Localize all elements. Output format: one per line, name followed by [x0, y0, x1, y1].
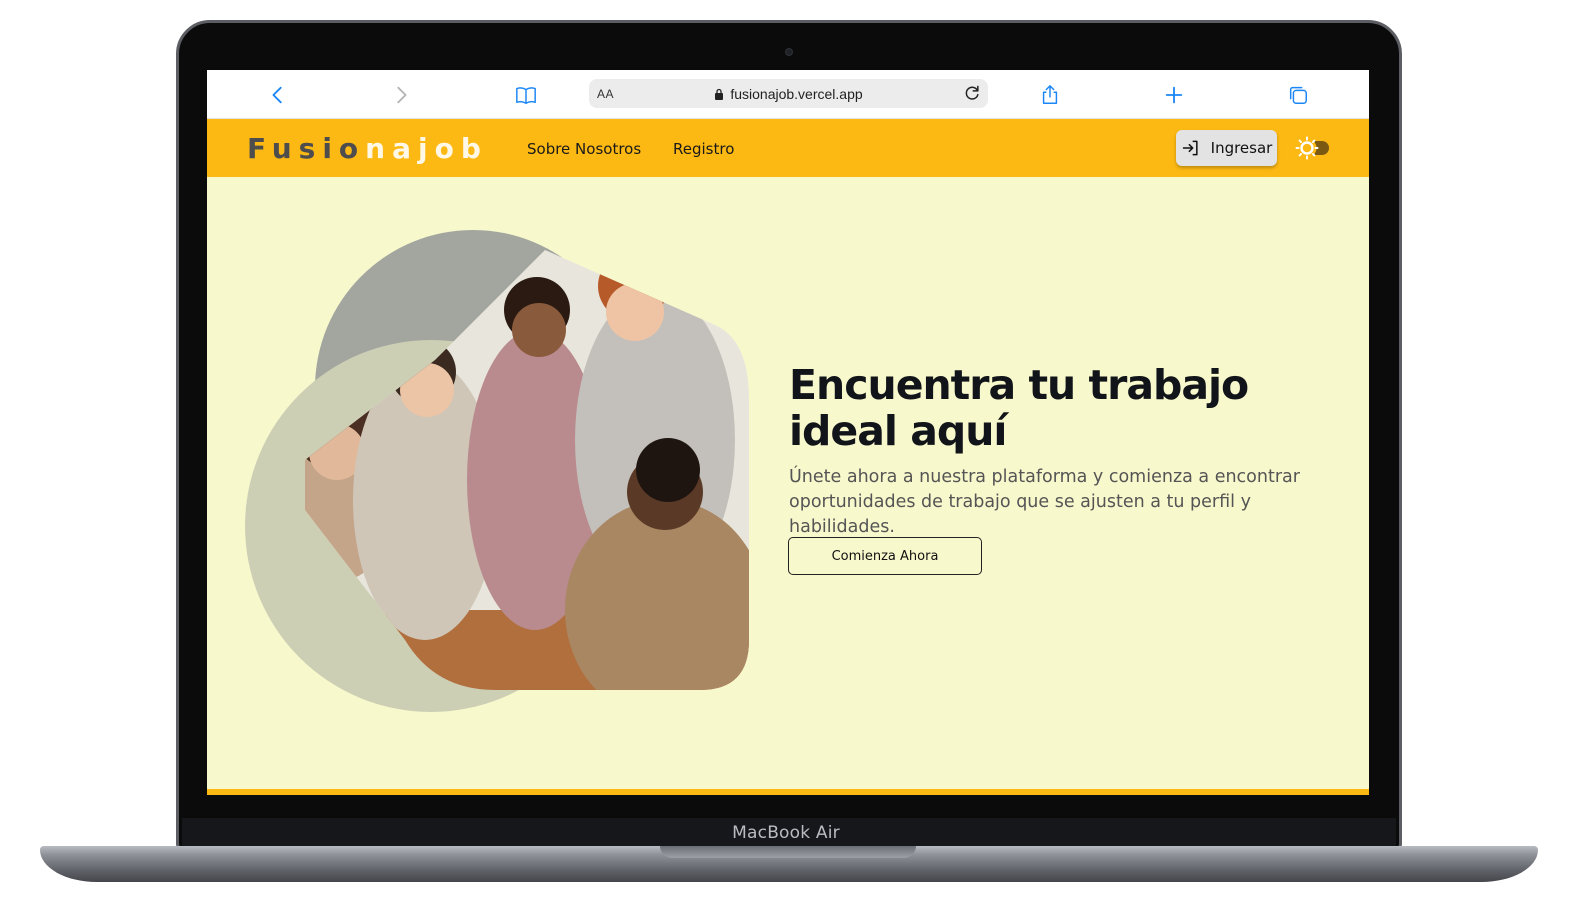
logo-part-1: Fusio: [247, 132, 366, 165]
laptop-notch: [660, 846, 916, 858]
forward-icon[interactable]: [388, 82, 414, 108]
browser-toolbar: AA fusionajob.vercel.app: [207, 70, 1369, 119]
logo-part-2: najob: [365, 132, 488, 165]
footer-accent-bar: [207, 789, 1369, 795]
hero-title: Encuentra tu trabajo ideal aquí: [789, 361, 1249, 455]
login-label: Ingresar: [1210, 139, 1273, 157]
tabs-icon[interactable]: [1285, 82, 1311, 108]
share-icon[interactable]: [1037, 82, 1063, 108]
nav-link-about[interactable]: Sobre Nosotros: [527, 140, 641, 158]
reload-icon[interactable]: [962, 83, 982, 103]
site-navbar: Fusionajob Sobre Nosotros Registro Ingre…: [207, 119, 1369, 177]
login-icon: [1182, 140, 1198, 156]
device-label: MacBook Air: [732, 823, 840, 843]
bookmarks-icon[interactable]: [513, 82, 539, 108]
nav-link-register[interactable]: Registro: [673, 140, 734, 158]
url-display: fusionajob.vercel.app: [589, 86, 988, 102]
site-logo[interactable]: Fusionajob: [247, 132, 488, 165]
url-text: fusionajob.vercel.app: [730, 86, 863, 102]
screen: AA fusionajob.vercel.app Fusionajob Sobr…: [207, 70, 1369, 795]
new-tab-icon[interactable]: [1161, 82, 1187, 108]
back-icon[interactable]: [265, 82, 291, 108]
hero-illustration: [245, 230, 749, 712]
laptop-mockup: MacBook Air AA fusionajob.vercel.app Fus…: [0, 0, 1572, 917]
cta-button[interactable]: Comienza Ahora: [788, 537, 982, 575]
login-button[interactable]: Ingresar: [1176, 130, 1277, 166]
theme-toggle[interactable]: [1295, 136, 1331, 160]
lock-icon: [715, 88, 724, 100]
hero-subtitle: Únete ahora a nuestra plataforma y comie…: [789, 467, 1300, 537]
camera-icon: [785, 48, 793, 56]
sun-icon: [1295, 136, 1319, 160]
address-bar[interactable]: AA fusionajob.vercel.app: [589, 79, 988, 108]
